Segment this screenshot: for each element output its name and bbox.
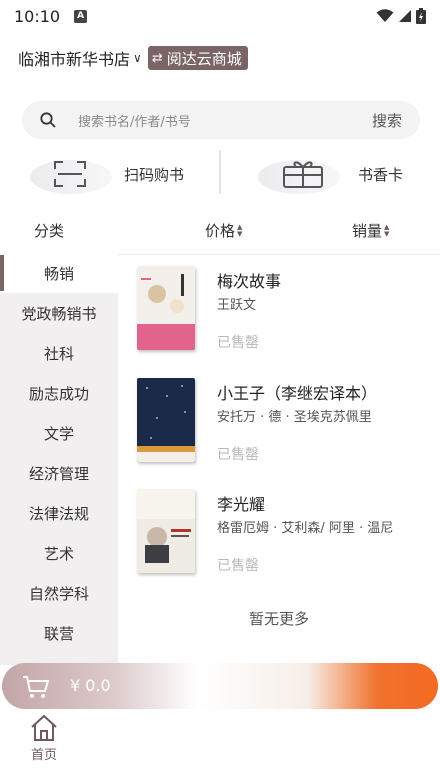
battery-icon — [416, 8, 426, 24]
category-sidebar: 畅销 党政畅销书 社科 励志成功 文学 经济管理 法律法规 艺术 自然学科 联营 — [0, 253, 118, 665]
status-time: 10:10 — [14, 6, 61, 26]
sort-price-label: 价格 — [205, 222, 236, 240]
category-header: 分类 — [34, 220, 64, 241]
sidebar-item-label: 自然学科 — [28, 584, 89, 603]
sidebar-item-natural-science[interactable]: 自然学科 — [0, 573, 118, 613]
book-item[interactable]: 李光耀 格雷厄姆 · 艾利森/ 阿里 · 温尼 已售罄 — [134, 489, 424, 589]
store-header: 临湘市新华书店 ∨ ⇄ 阅达云商城 — [18, 46, 248, 70]
sidebar-item-art[interactable]: 艺术 — [0, 533, 118, 573]
sort-sales-button[interactable]: 销量 ▲ ▼ — [352, 220, 389, 241]
tab-home[interactable]: 首页 — [22, 714, 66, 763]
book-card-label: 书香卡 — [358, 165, 404, 184]
sold-out-label: 已售罄 — [217, 558, 259, 574]
sort-bar: 分类 价格 ▲ ▼ 销量 ▲ ▼ — [0, 210, 440, 255]
sidebar-item-label: 艺术 — [43, 544, 74, 563]
shopping-cart-icon[interactable] — [22, 675, 50, 699]
signal-icon — [399, 10, 411, 22]
sidebar-item-label: 法律法规 — [28, 504, 89, 523]
sidebar-item-social-science[interactable]: 社科 — [0, 333, 118, 373]
book-author: 王跃文 — [217, 298, 257, 313]
book-cover — [137, 378, 195, 462]
sidebar-item-literature[interactable]: 文学 — [0, 413, 118, 453]
shortcut-divider — [219, 150, 221, 194]
cart-total: ¥ 0.0 — [70, 676, 111, 695]
sidebar-item-self-help[interactable]: 励志成功 — [0, 373, 118, 413]
tab-home-label: 首页 — [30, 748, 57, 763]
sidebar-item-label: 联营 — [43, 624, 74, 643]
book-title: 小王子（李继宏译本） — [217, 384, 378, 403]
swap-icon: ⇄ — [151, 50, 163, 66]
scan-buy-label: 扫码购书 — [124, 165, 185, 184]
book-title: 梅次故事 — [217, 272, 282, 291]
chevron-down-icon[interactable]: ∨ — [133, 51, 142, 65]
sort-price-button[interactable]: 价格 ▲ ▼ — [205, 220, 242, 241]
sold-out-label: 已售罄 — [217, 335, 259, 351]
list-end-message: 暂无更多 — [248, 610, 309, 628]
book-cover — [137, 266, 195, 350]
sidebar-item-party-bestseller[interactable]: 党政畅销书 — [0, 293, 118, 333]
book-card-button[interactable]: 书香卡 — [258, 146, 403, 202]
book-title: 李光耀 — [217, 495, 266, 514]
sidebar-item-label: 社科 — [43, 344, 74, 363]
sidebar-item-label: 党政畅销书 — [21, 304, 97, 323]
search-button[interactable]: 搜索 — [372, 110, 402, 131]
bottom-tab-bar: 首页 — [0, 710, 440, 770]
status-bar: 10:10 A — [0, 0, 440, 32]
sidebar-item-label: 励志成功 — [28, 384, 89, 403]
search-icon — [40, 112, 56, 128]
switch-store-label: 阅达云商城 — [166, 49, 242, 68]
switch-store-button[interactable]: ⇄ 阅达云商城 — [147, 46, 248, 70]
sort-sales-label: 销量 — [352, 222, 383, 240]
home-icon — [31, 714, 57, 741]
sidebar-item-bestseller[interactable]: 畅销 — [0, 253, 118, 293]
book-item[interactable]: 梅次故事 王跃文 已售罄 — [134, 266, 424, 366]
sidebar-item-economics[interactable]: 经济管理 — [0, 453, 118, 493]
wifi-icon — [376, 9, 394, 22]
sidebar-item-label: 文学 — [43, 424, 74, 443]
scan-buy-button[interactable]: 扫码购书 — [28, 146, 184, 202]
book-author: 安托万 · 德 · 圣埃克苏佩里 — [217, 410, 372, 425]
book-item[interactable]: 小王子（李继宏译本） 安托万 · 德 · 圣埃克苏佩里 已售罄 — [134, 378, 424, 478]
search-bar[interactable]: 搜索书名/作者/书号 搜索 — [22, 101, 420, 139]
gift-card-icon — [283, 161, 323, 188]
book-author: 格雷厄姆 · 艾利森/ 阿里 · 温尼 — [217, 521, 394, 536]
search-input[interactable]: 搜索书名/作者/书号 — [78, 111, 372, 130]
sidebar-item-joint[interactable]: 联营 — [0, 613, 118, 653]
sort-arrows-icon: ▲ ▼ — [237, 222, 243, 238]
store-name[interactable]: 临湘市新华书店 — [18, 46, 130, 70]
sidebar-item-law[interactable]: 法律法规 — [0, 493, 118, 533]
cart-bar[interactable]: ¥ 0.0 — [2, 663, 438, 709]
book-cover — [137, 489, 195, 573]
sold-out-label: 已售罄 — [217, 447, 259, 463]
sort-arrows-icon: ▲ ▼ — [384, 222, 390, 238]
sidebar-item-label: 经济管理 — [28, 464, 89, 483]
category-label: 分类 — [34, 222, 65, 240]
scan-icon — [54, 161, 86, 187]
sidebar-item-label: 畅销 — [43, 264, 74, 283]
notification-badge-icon: A — [74, 9, 88, 23]
